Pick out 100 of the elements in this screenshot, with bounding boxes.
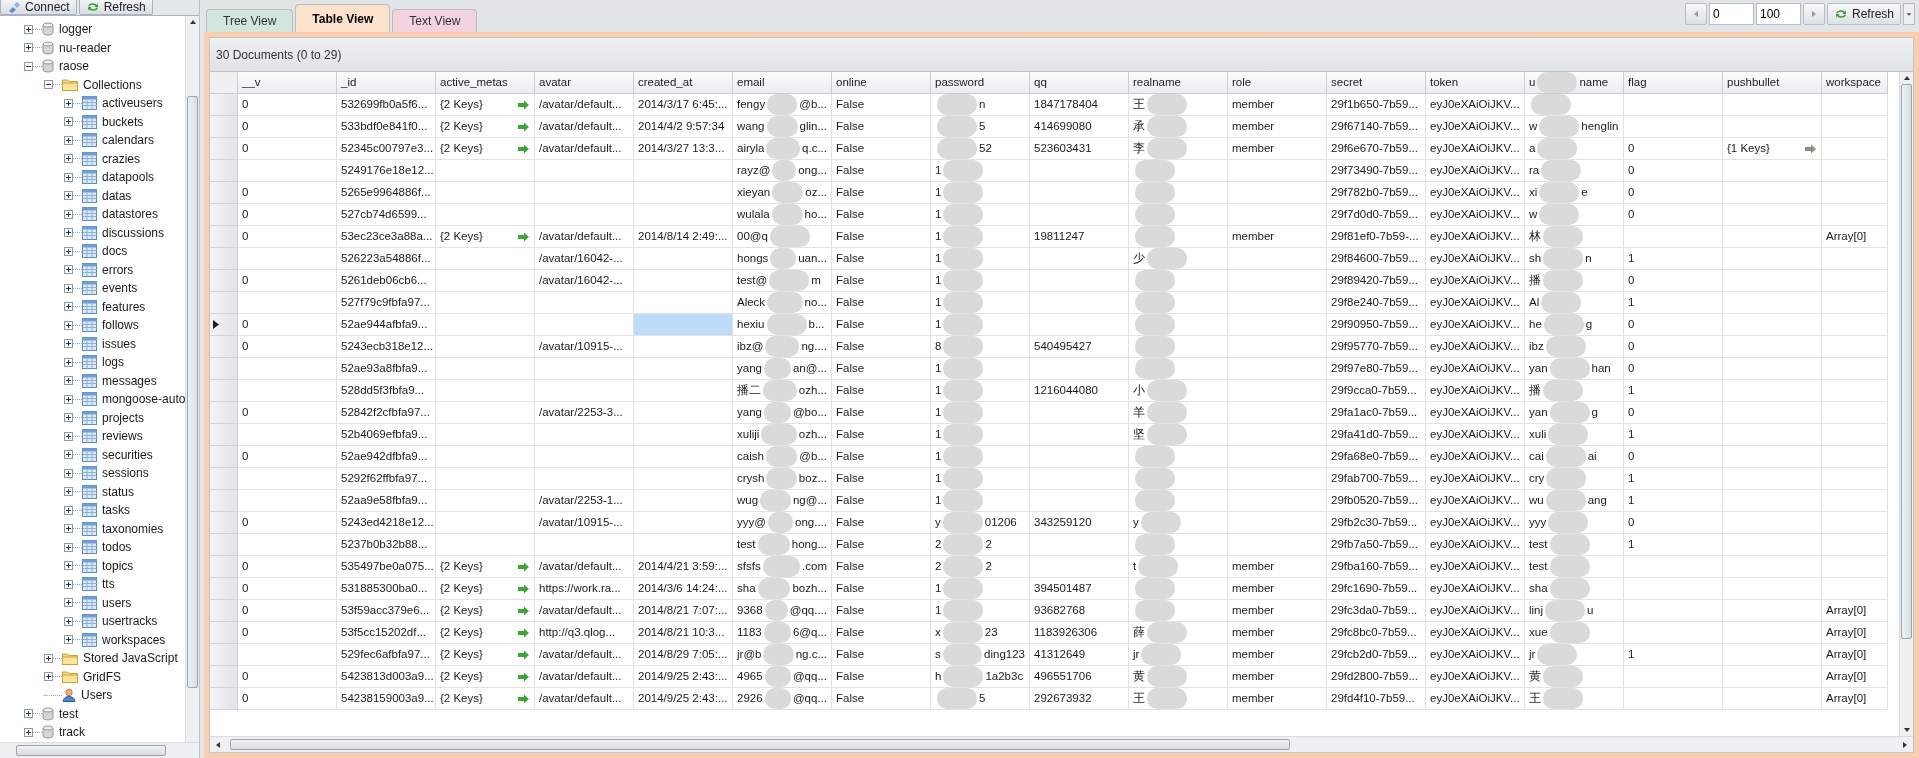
arrow-icon[interactable] [1804,143,1817,154]
scroll-down-icon[interactable] [1902,726,1911,734]
tree-item[interactable]: mongoose-auto [102,390,185,409]
tree-item[interactable]: datas [102,186,132,205]
tree-item[interactable]: test [59,704,79,723]
expand-icon[interactable] [64,339,73,349]
tree-item[interactable]: tasks [102,501,130,520]
column-header[interactable]: role [1228,72,1327,94]
tree-item[interactable]: calendars [102,131,155,150]
column-header[interactable]: flag [1624,72,1723,94]
expand-icon[interactable] [64,394,73,404]
scrollbar-thumb[interactable] [16,745,166,756]
expand-icon[interactable] [64,561,73,571]
tree-item[interactable]: Collections [83,75,142,94]
tree-item[interactable]: projects [102,408,145,427]
expand-icon[interactable] [64,320,73,330]
tree-item[interactable]: nu-reader [59,38,112,57]
tree-item[interactable]: Stored JavaScript [83,649,178,668]
tree-item[interactable]: features [102,297,146,316]
tree-item[interactable]: datastores [102,205,159,224]
tree-item[interactable]: buckets [102,112,144,131]
tree-item[interactable]: issues [102,334,136,353]
expand-icon[interactable] [64,376,73,386]
tree-item[interactable]: follows [102,316,139,335]
expand-icon[interactable] [64,228,73,238]
arrow-icon[interactable] [517,693,530,704]
limit-field[interactable]: 100 [1755,3,1801,25]
expand-icon[interactable] [64,283,73,293]
arrow-icon[interactable] [517,231,530,242]
expand-icon[interactable] [64,635,73,645]
tree-item[interactable]: track [59,723,85,742]
expand-icon[interactable] [24,24,33,34]
tree-item[interactable]: users [102,593,132,612]
horizontal-scrollbar[interactable] [0,742,199,758]
collapse-icon[interactable] [44,80,53,90]
tree-item[interactable]: reviews [102,427,143,446]
arrow-icon[interactable] [517,671,530,682]
refresh-button[interactable]: Refresh [1826,3,1901,25]
expand-icon[interactable] [44,672,53,682]
tree-item[interactable]: todos [102,538,132,557]
expand-icon[interactable] [64,135,73,145]
view-tab[interactable]: Tree View [206,9,294,32]
row-header[interactable] [210,314,238,336]
expand-icon[interactable] [64,616,73,626]
expand-icon[interactable] [64,172,73,182]
tree-item[interactable]: activeusers [102,94,163,113]
scrollbar-thumb[interactable] [1901,84,1912,639]
expand-icon[interactable] [24,727,33,737]
expand-icon[interactable] [64,302,73,312]
vertical-scrollbar[interactable] [1899,72,1913,736]
collapse-icon[interactable] [24,61,33,71]
table-cell[interactable] [634,314,733,336]
arrow-icon[interactable] [517,121,530,132]
expand-icon[interactable] [64,505,73,515]
column-header[interactable]: __v [238,72,337,94]
arrow-icon[interactable] [517,583,530,594]
expand-icon[interactable] [64,542,73,552]
expand-icon[interactable] [64,431,73,441]
arrow-icon[interactable] [517,649,530,660]
expand-icon[interactable] [24,709,33,719]
tree-item[interactable]: topics [102,556,134,575]
scroll-up-icon[interactable] [1902,74,1911,82]
column-header[interactable]: u name [1525,72,1624,94]
arrow-icon[interactable] [517,561,530,572]
arrow-icon[interactable] [517,99,530,110]
previous-button[interactable] [1684,3,1707,25]
expand-icon[interactable] [64,209,73,219]
scroll-up-icon[interactable] [188,18,197,26]
view-tab[interactable]: Text View [392,9,478,32]
column-header[interactable]: password [931,72,1030,94]
scrollbar-thumb[interactable] [187,96,198,688]
tree-item[interactable]: GridFS [83,667,121,686]
expand-icon[interactable] [44,653,53,663]
tree-item[interactable]: sessions [102,464,149,483]
dropdown-caret-icon[interactable] [1903,3,1915,25]
tree-item[interactable]: datapools [102,168,155,187]
tree-item[interactable]: Users [81,686,113,705]
horizontal-scrollbar[interactable] [210,736,1913,752]
expand-icon[interactable] [24,43,33,53]
tree-item[interactable]: logger [59,20,93,39]
expand-icon[interactable] [64,357,73,367]
column-header[interactable]: online [832,72,931,94]
column-header[interactable]: pushbullet [1723,72,1822,94]
column-header[interactable]: qq [1030,72,1129,94]
tree-item[interactable]: errors [102,260,134,279]
arrow-icon[interactable] [517,627,530,638]
view-tab[interactable]: Table View [295,4,391,32]
tree-item[interactable]: crazies [102,149,140,168]
column-header[interactable]: _id [337,72,436,94]
expand-icon[interactable] [64,191,73,201]
scroll-right-icon[interactable] [1901,740,1909,749]
tree-item[interactable]: logs [102,353,124,372]
right-triangle-icon[interactable] [1809,10,1818,18]
column-header[interactable]: realname [1129,72,1228,94]
expand-icon[interactable] [64,246,73,256]
column-header[interactable]: email [733,72,832,94]
next-button[interactable] [1802,3,1825,25]
expand-icon[interactable] [64,524,73,534]
expand-icon[interactable] [64,154,73,164]
expand-icon[interactable] [64,450,73,460]
